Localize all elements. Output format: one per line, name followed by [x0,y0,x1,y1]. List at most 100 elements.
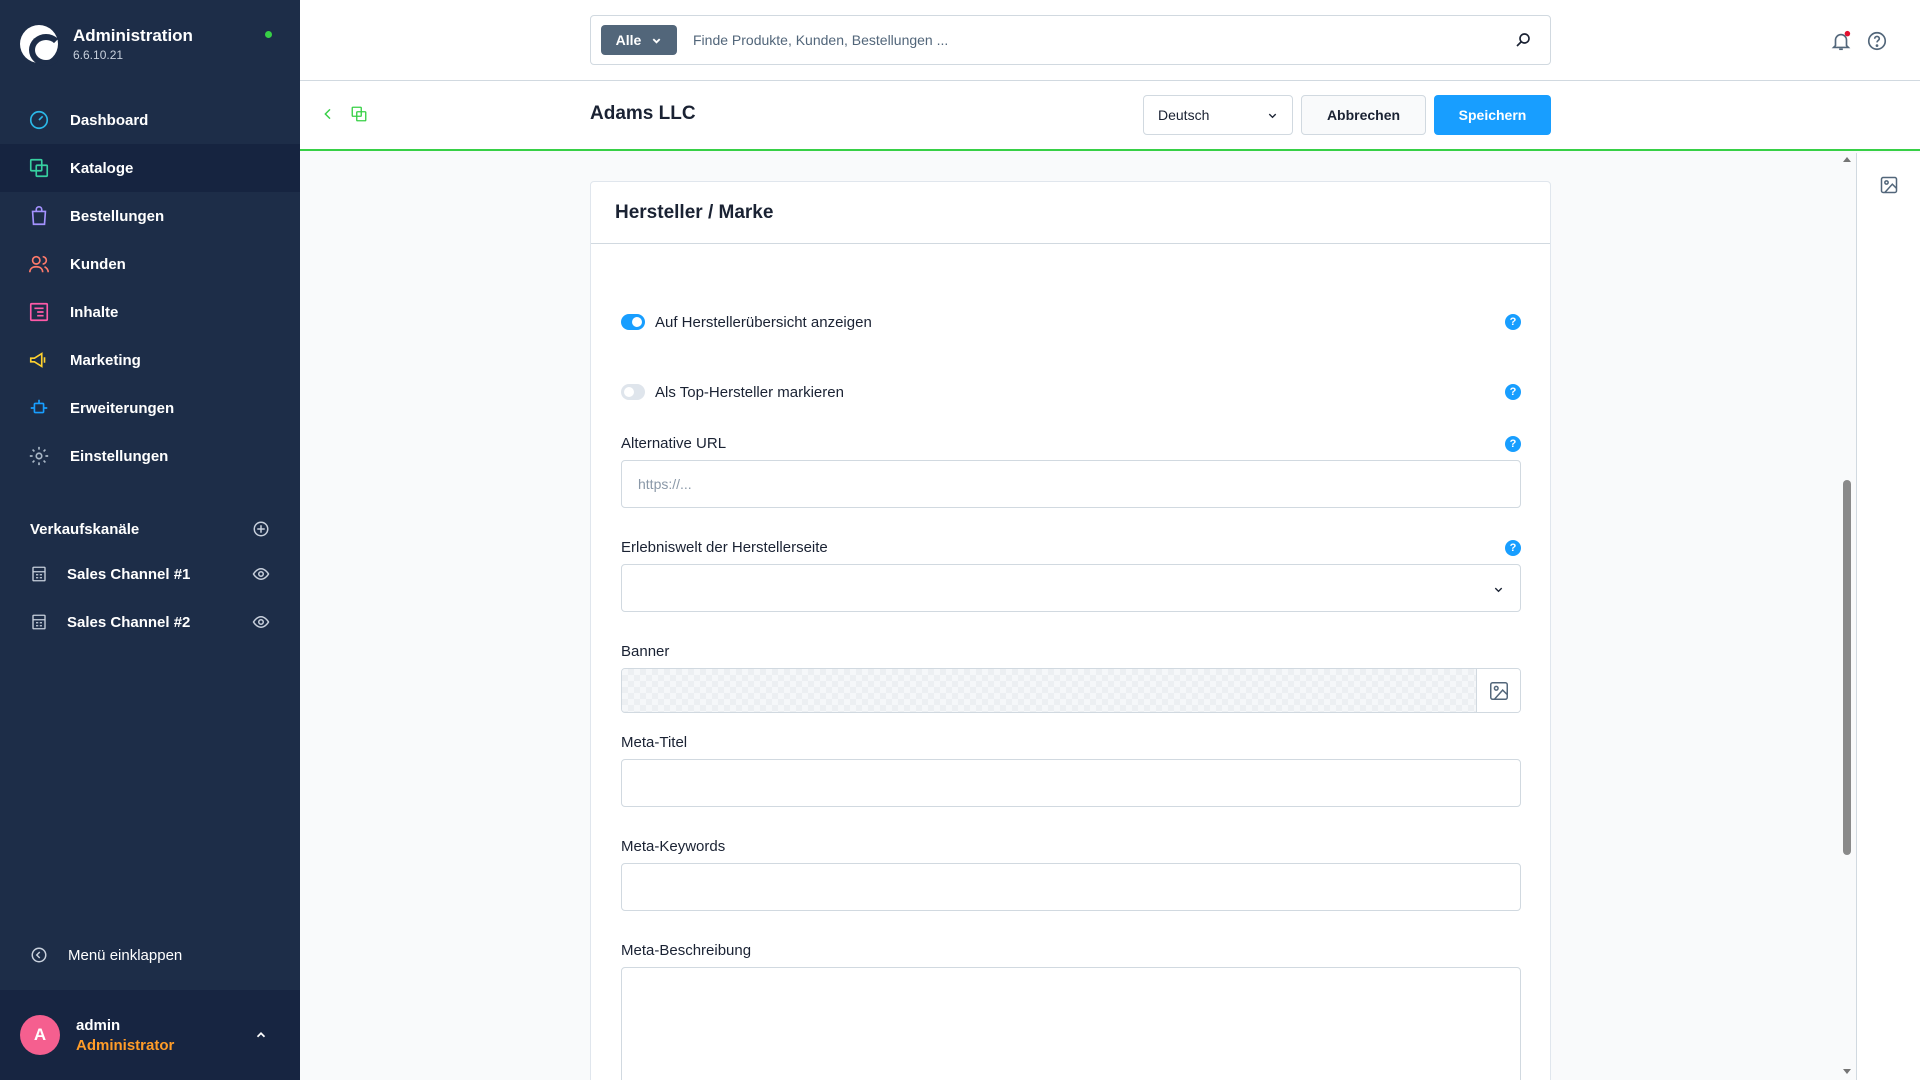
notification-bell-icon[interactable] [1830,30,1852,52]
show-in-overview-toggle[interactable] [621,314,645,330]
search-input[interactable] [693,25,1514,55]
scrollbar[interactable] [1840,153,1854,1080]
brand-text: Administration 6.6.10.21 [73,26,193,62]
user-role: Administrator [76,1036,175,1054]
nav-item-inhalte[interactable]: Inhalte [0,288,300,336]
image-icon [1489,681,1508,700]
banner-media-button[interactable] [1476,669,1520,712]
meta-title-label-row: Meta-Titel [621,734,1521,754]
sales-channels-header: Verkaufskanäle [30,520,270,538]
chevron-down-icon [1494,587,1503,593]
storefront-icon [32,566,46,582]
back-arrow-icon[interactable] [320,105,336,123]
help-icon[interactable]: ? [1505,436,1521,452]
nav-item-marketing[interactable]: Marketing [0,336,300,384]
banner-label: Banner [621,643,670,660]
nav-label: Dashboard [70,111,149,129]
collapse-menu-button[interactable]: Menü einklappen [30,946,182,964]
user-info: admin Administrator [76,1017,254,1054]
banner-upload[interactable] [621,668,1521,713]
sales-channels-title: Verkaufskanäle [30,520,140,538]
meta-keywords-label-row: Meta-Keywords [621,838,1521,858]
help-icon[interactable]: ? [1505,540,1521,556]
top-bar: Alle [300,0,1920,81]
avatar: A [20,1015,60,1055]
eye-icon[interactable] [252,565,270,583]
toggle-row-top: Als Top-Hersteller markieren ? [621,380,1521,404]
catalog-icon [28,157,50,179]
scroll-up-arrow-icon[interactable] [1843,157,1851,162]
nav-item-kunden[interactable]: Kunden [0,240,300,288]
copy-icon[interactable] [350,105,368,123]
meta-title-input[interactable] [621,759,1521,807]
collapse-menu-label: Menü einklappen [68,946,183,964]
language-select[interactable]: Deutsch [1143,95,1293,135]
alt-url-label-row: Alternative URL ? [621,435,1521,455]
save-button[interactable]: Speichern [1434,95,1551,135]
language-value: Deutsch [1158,107,1210,123]
help-circle-icon[interactable] [1866,30,1888,52]
main-nav: Dashboard Kataloge Bestellungen Kunden I… [0,96,300,480]
alt-url-input[interactable] [621,460,1521,508]
settings-icon [28,445,50,467]
add-circle-icon[interactable] [252,520,270,538]
nav-label: Erweiterungen [70,399,175,417]
nav-label: Marketing [70,351,141,369]
global-search: Alle [590,15,1551,65]
meta-keywords-label: Meta-Keywords [621,838,726,855]
chevron-up-icon[interactable] [254,1028,268,1042]
sales-channel-label: Sales Channel #2 [67,613,191,631]
cancel-button[interactable]: Abbrechen [1301,95,1426,135]
toggle-row-overview: Auf Herstellerübersicht anzeigen ? [621,310,1521,334]
nav-item-kataloge[interactable]: Kataloge [0,144,300,192]
help-icon[interactable]: ? [1505,384,1521,400]
nav-item-bestellungen[interactable]: Bestellungen [0,192,300,240]
meta-description-textarea[interactable] [621,967,1521,1080]
toggle-overview-label: Auf Herstellerübersicht anzeigen [655,313,872,331]
right-sidebar [1856,153,1920,1080]
page-title: Adams LLC [590,103,696,124]
user-menu[interactable]: A admin Administrator [0,990,300,1080]
chevron-down-icon [1268,113,1277,118]
nav-item-dashboard[interactable]: Dashboard [0,96,300,144]
card-title: Hersteller / Marke [591,182,1550,244]
help-icon[interactable]: ? [1505,314,1521,330]
customers-icon [28,253,50,275]
dashboard-icon [28,109,50,131]
scroll-down-arrow-icon[interactable] [1843,1069,1851,1074]
extensions-icon [28,397,50,419]
brand[interactable]: Administration 6.6.10.21 [20,22,193,66]
smart-bar: Adams LLC Deutsch Abbrechen Speichern [300,81,1920,151]
scrollbar-thumb[interactable] [1843,480,1851,855]
app-version: 6.6.10.21 [73,48,124,62]
app-title: Administration [73,26,193,45]
top-manufacturer-toggle[interactable] [621,384,645,400]
search-type-dropdown[interactable]: Alle [601,25,677,55]
banner-preview[interactable] [622,669,1476,712]
meta-keywords-input[interactable] [621,863,1521,911]
search-icon[interactable] [1514,31,1532,49]
storefront-icon [32,614,46,630]
sales-channel-item[interactable]: Sales Channel #1 [0,550,300,598]
nav-item-einstellungen[interactable]: Einstellungen [0,432,300,480]
nav-label: Einstellungen [70,447,169,465]
banner-label-row: Banner [621,643,1521,663]
experience-label: Erlebniswelt der Herstellerseite [621,539,828,556]
experience-select[interactable] [621,564,1521,612]
marketing-icon [28,349,50,371]
meta-title-label: Meta-Titel [621,734,688,751]
sales-channel-item[interactable]: Sales Channel #2 [0,598,300,646]
sales-channel-list: Sales Channel #1 Sales Channel #2 [0,550,300,646]
orders-icon [28,205,50,227]
nav-item-erweiterungen[interactable]: Erweiterungen [0,384,300,432]
meta-description-label-row: Meta-Beschreibung [621,942,1521,962]
nav-label: Inhalte [70,303,119,321]
status-indicator [265,31,272,38]
eye-icon[interactable] [252,613,270,631]
manufacturer-card: Hersteller / Marke Auf Herstellerübersic… [590,181,1551,1080]
meta-description-label: Meta-Beschreibung [621,942,752,959]
shopware-logo-icon [20,25,63,66]
nav-label: Bestellungen [70,207,165,225]
image-icon[interactable] [1879,175,1899,195]
admin-sidebar: Administration 6.6.10.21 Dashboard Katal… [0,0,300,1080]
